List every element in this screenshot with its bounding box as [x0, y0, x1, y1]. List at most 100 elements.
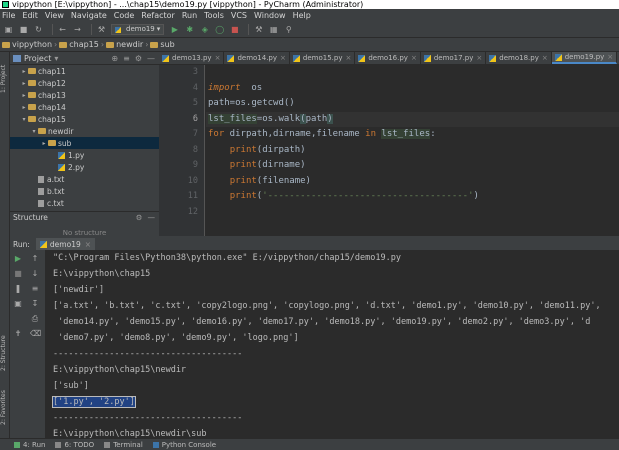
- run-config-select[interactable]: demo19 ▾: [111, 24, 165, 35]
- search-icon[interactable]: ⚲: [283, 24, 294, 35]
- tree-item[interactable]: ▸ chap11: [10, 65, 159, 77]
- tree-item[interactable]: 1.py: [10, 149, 159, 161]
- python-file-icon: [227, 54, 235, 62]
- run-icon[interactable]: ▶: [169, 24, 180, 35]
- hide-icon[interactable]: —: [148, 213, 156, 222]
- menu-navigate[interactable]: Navigate: [71, 11, 107, 20]
- open-folder-icon[interactable]: ▣: [3, 24, 14, 35]
- wrench-icon[interactable]: ⚒: [253, 24, 264, 35]
- bottom-tab-run[interactable]: 4: Run: [14, 441, 45, 449]
- close-icon[interactable]: ×: [542, 54, 548, 62]
- close-icon[interactable]: ×: [345, 54, 351, 62]
- save-icon[interactable]: ■: [18, 24, 29, 35]
- sync-icon[interactable]: ↻: [33, 24, 44, 35]
- tree-item[interactable]: ▾ newdir: [10, 125, 159, 137]
- menu-tools[interactable]: Tools: [204, 11, 224, 20]
- tree-item[interactable]: 2.py: [10, 161, 159, 173]
- close-icon[interactable]: ×: [607, 53, 613, 61]
- back-icon[interactable]: ←: [57, 24, 68, 35]
- tree-item[interactable]: c.txt: [10, 197, 159, 209]
- tree-item[interactable]: ▸ chap14: [10, 101, 159, 113]
- menu-file[interactable]: File: [2, 11, 15, 20]
- breadcrumb-item[interactable]: newdir ›: [106, 40, 148, 49]
- menu-code[interactable]: Code: [114, 11, 134, 20]
- chevron-right-icon[interactable]: ▸: [20, 92, 28, 99]
- tree-item[interactable]: ▾ chap15: [10, 113, 159, 125]
- chevron-down-icon[interactable]: ▾: [54, 54, 58, 63]
- tab-favorites[interactable]: 2: Favorites: [0, 384, 10, 432]
- menu-refactor[interactable]: Refactor: [141, 11, 175, 20]
- breadcrumb-item[interactable]: vippython ›: [2, 40, 57, 49]
- rerun-icon[interactable]: ▶: [13, 254, 23, 264]
- chevron-right-icon[interactable]: ▸: [40, 140, 48, 147]
- console-line-text: ['newdir']: [53, 285, 105, 295]
- editor-tab[interactable]: demo17.py ×: [421, 52, 487, 64]
- stop-icon[interactable]: ■: [229, 24, 240, 35]
- bottom-tab-terminal[interactable]: Terminal: [104, 441, 143, 449]
- editor-tab[interactable]: demo19.py ×: [551, 52, 618, 64]
- coverage-icon[interactable]: ◈: [199, 24, 210, 35]
- editor-tab[interactable]: demo15.py ×: [290, 52, 356, 64]
- run-tab[interactable]: demo19 ×: [35, 238, 96, 250]
- project-panel-title[interactable]: Project: [24, 54, 51, 63]
- python-file-icon: [554, 53, 562, 61]
- bottom-tab-python-console[interactable]: Python Console: [152, 441, 216, 449]
- tree-item[interactable]: ▸ sub: [10, 137, 159, 149]
- close-icon[interactable]: ×: [215, 54, 221, 62]
- collapse-icon[interactable]: ≡: [123, 54, 130, 63]
- chevron-down-icon[interactable]: ▾: [30, 128, 38, 135]
- tab-structure[interactable]: 2: Structure: [0, 328, 10, 378]
- tree-item[interactable]: ▸ chap12: [10, 77, 159, 89]
- editor-tab[interactable]: demo18.py ×: [486, 52, 552, 64]
- breadcrumb-item[interactable]: sub: [150, 40, 175, 49]
- menu-help[interactable]: Help: [293, 11, 311, 20]
- tree-item[interactable]: a.txt: [10, 173, 159, 185]
- locate-icon[interactable]: ⊕: [111, 54, 118, 63]
- tree-item[interactable]: ▸ chap13: [10, 89, 159, 101]
- chevron-right-icon[interactable]: ▸: [20, 104, 28, 111]
- editor-tab[interactable]: demo14.py ×: [224, 52, 290, 64]
- close-icon[interactable]: ×: [280, 54, 286, 62]
- bottom-tab-todo[interactable]: 6: TODO: [55, 441, 94, 449]
- editor-tab[interactable]: demo13.py ×: [159, 52, 225, 64]
- trash-icon[interactable]: ⌫: [30, 329, 41, 339]
- code-area[interactable]: import os path=os.getcwd() lst_files=os.…: [206, 65, 619, 236]
- editor-tab-label: demo17.py: [433, 54, 474, 62]
- print-icon[interactable]: ⎙: [30, 314, 40, 324]
- soft-wrap-icon[interactable]: ≡: [30, 284, 40, 294]
- gear-icon[interactable]: ⚙: [135, 54, 142, 63]
- menu-window[interactable]: Window: [254, 11, 286, 20]
- chevron-right-icon[interactable]: ▸: [20, 68, 28, 75]
- breadcrumb-item[interactable]: chap15 ›: [59, 40, 104, 49]
- menu-edit[interactable]: Edit: [22, 11, 38, 20]
- hide-icon[interactable]: —: [147, 54, 155, 63]
- close-icon[interactable]: ×: [476, 54, 482, 62]
- tab-project[interactable]: 1: Project: [0, 56, 10, 102]
- python-file-icon: [162, 54, 169, 62]
- profile-icon[interactable]: ◯: [214, 24, 225, 35]
- build-icon[interactable]: ⚒: [96, 24, 107, 35]
- down-arrow-icon[interactable]: ↓: [30, 269, 40, 279]
- close-icon[interactable]: ×: [85, 240, 91, 249]
- menu-vcs[interactable]: VCS: [231, 11, 247, 20]
- gear-icon[interactable]: ⚙: [136, 213, 143, 222]
- chevron-right-icon[interactable]: ▸: [20, 80, 28, 87]
- terminal-icon: [104, 441, 111, 448]
- pause-icon[interactable]: ❚: [13, 284, 23, 294]
- pin-icon[interactable]: ✝: [13, 329, 23, 339]
- forward-icon[interactable]: →: [72, 24, 83, 35]
- folder-icon: [28, 68, 36, 74]
- menu-run[interactable]: Run: [182, 11, 197, 20]
- console-output[interactable]: "C:\Program Files\Python38\python.exe" E…: [47, 250, 619, 440]
- stop-icon[interactable]: ■: [13, 269, 23, 279]
- restore-layout-icon[interactable]: ▣: [13, 299, 23, 309]
- chevron-down-icon[interactable]: ▾: [20, 116, 28, 123]
- debug-icon[interactable]: ✱: [184, 24, 195, 35]
- editor-tab[interactable]: demo16.py ×: [355, 52, 421, 64]
- structure-icon[interactable]: ▦: [268, 24, 279, 35]
- scroll-to-end-icon[interactable]: ↧: [30, 299, 40, 309]
- tree-item[interactable]: b.txt: [10, 185, 159, 197]
- menu-view[interactable]: View: [45, 11, 64, 20]
- up-arrow-icon[interactable]: ↑: [30, 254, 40, 264]
- close-icon[interactable]: ×: [411, 54, 417, 62]
